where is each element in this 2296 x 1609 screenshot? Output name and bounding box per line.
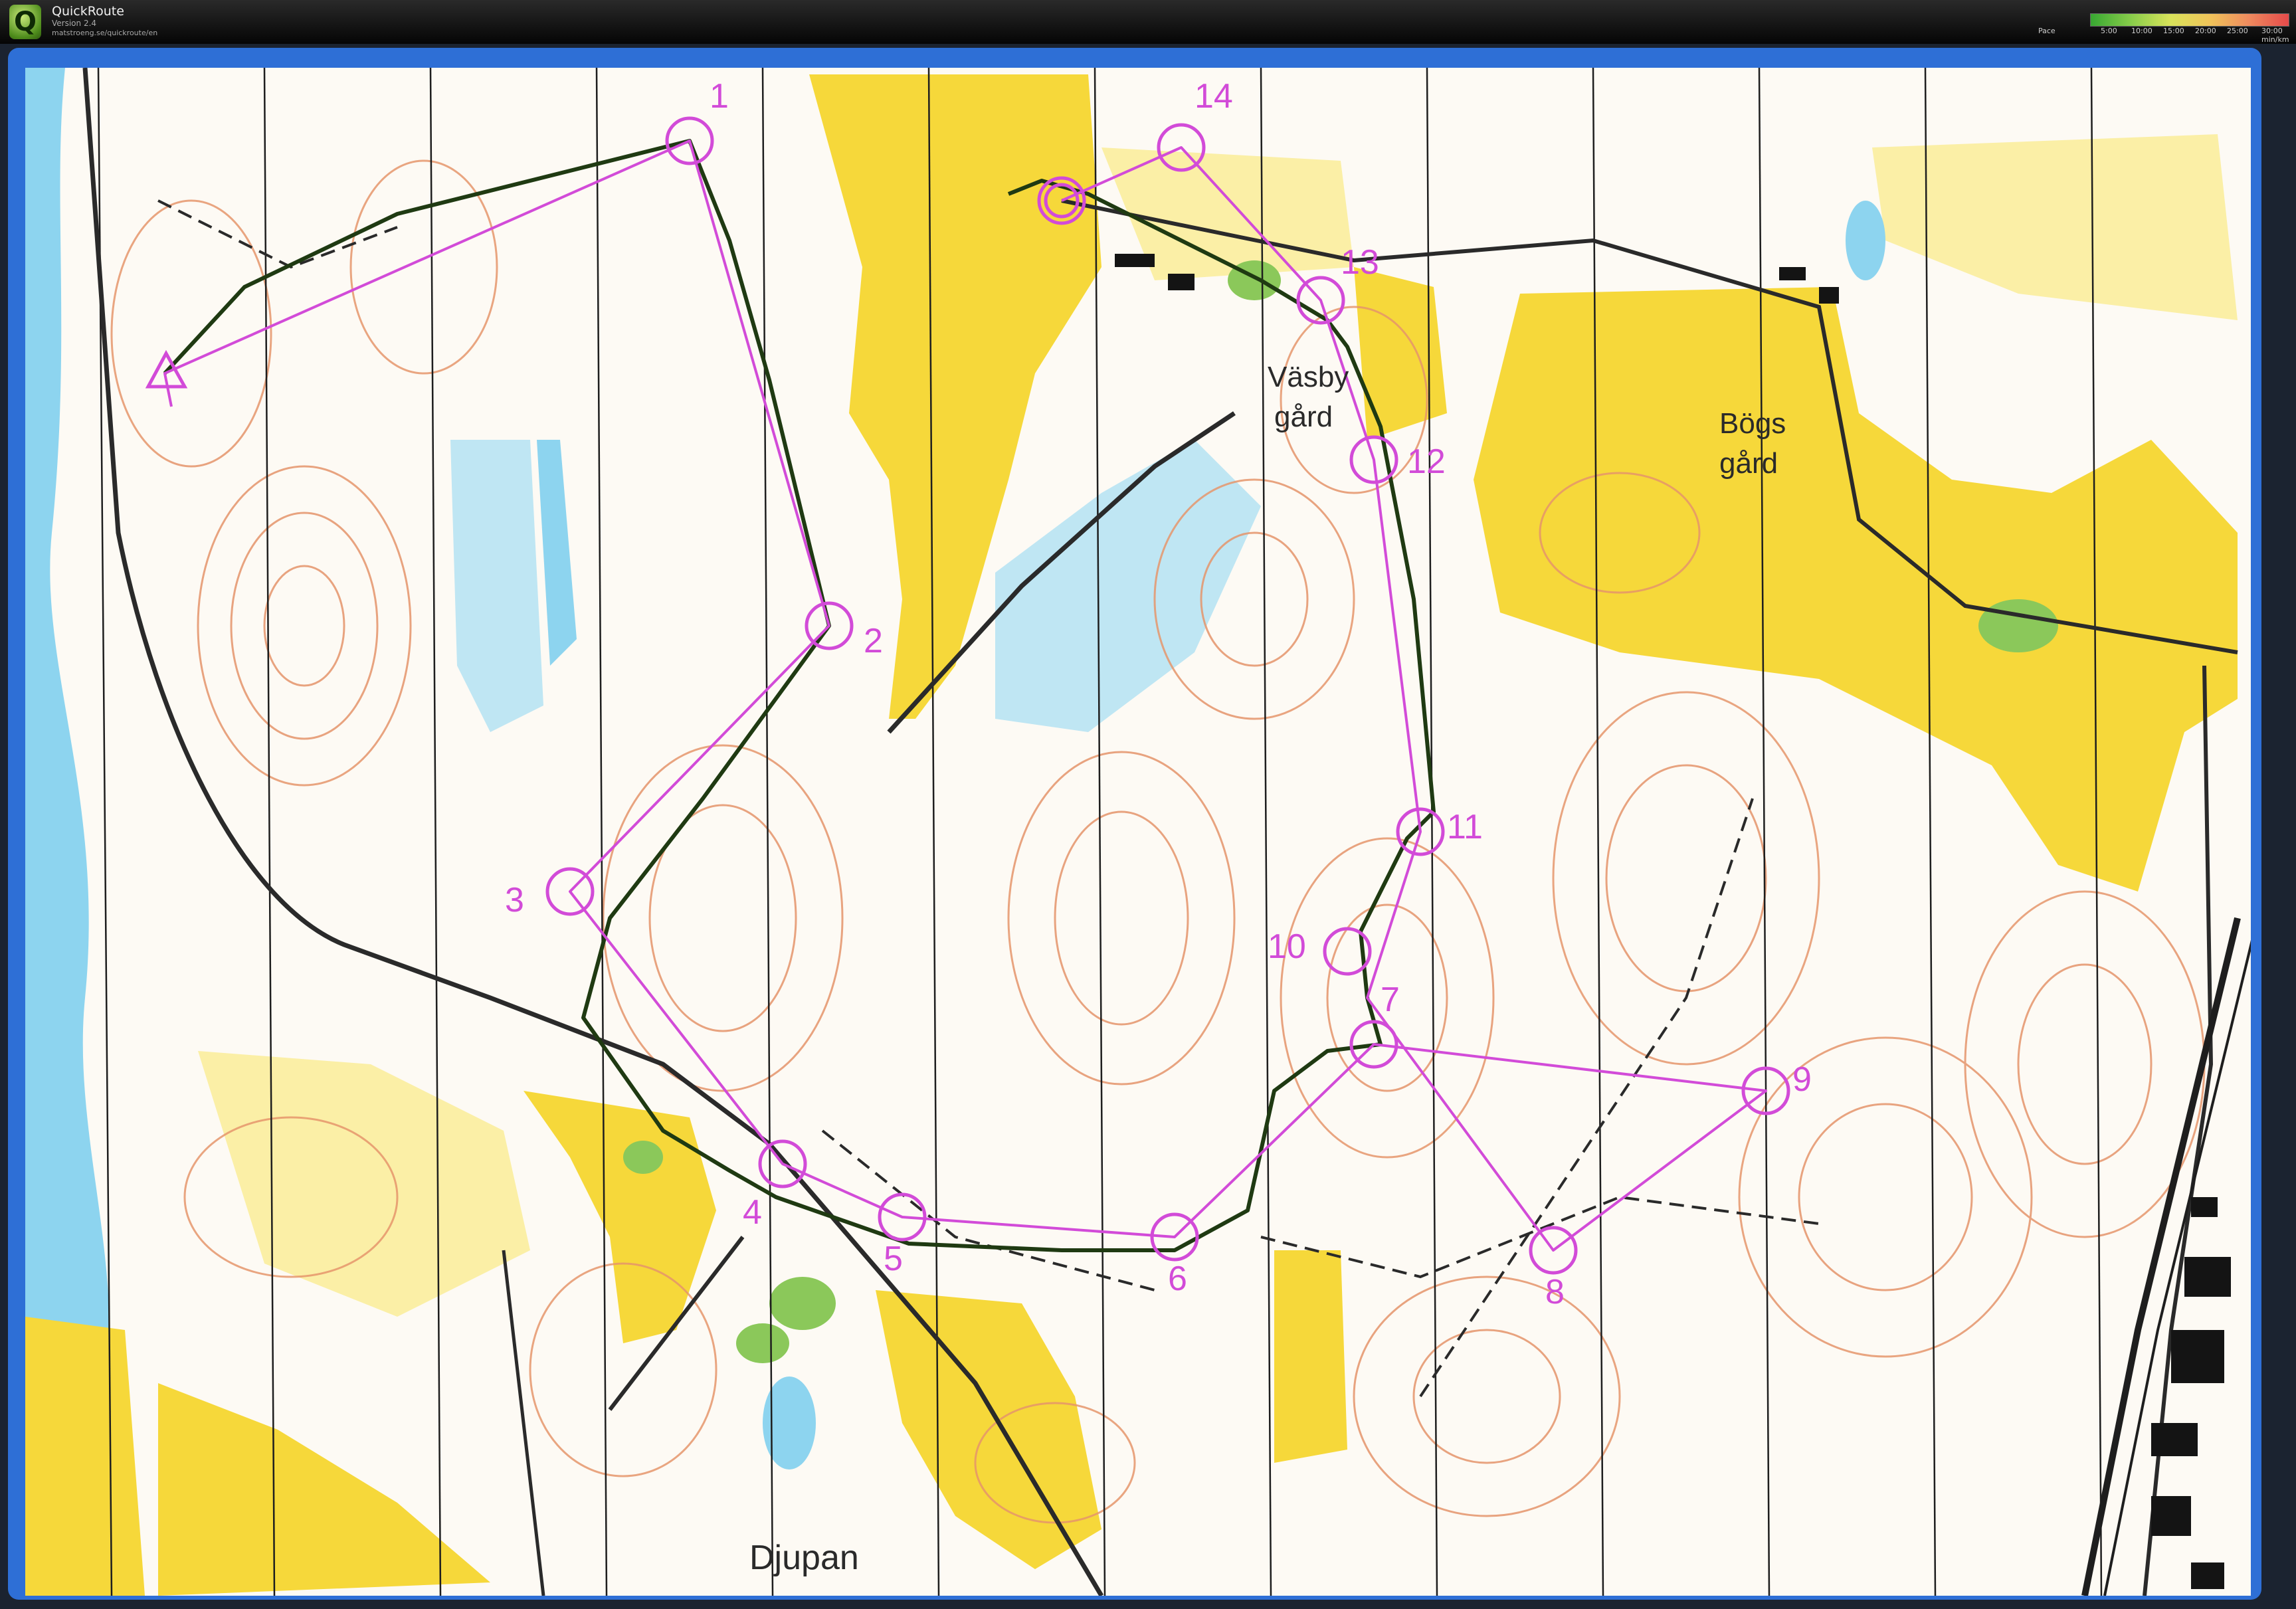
control-number: 12	[1407, 442, 1446, 481]
pace-tick-last: 30:00	[2261, 27, 2283, 35]
control-number: 4	[743, 1193, 762, 1232]
map-frame: 1 2 3 4 5 6 7 8 9 10 11 12 13 14 Väsby g…	[8, 48, 2261, 1600]
control-number: 11	[1447, 808, 1483, 846]
place-name-vasby-gard: gård	[1274, 401, 1333, 433]
pace-unit: 30:00 min/km	[2261, 27, 2291, 44]
app-title: QuickRoute	[52, 4, 124, 19]
pace-color-bar	[2090, 13, 2289, 27]
control-number: 5	[884, 1240, 903, 1278]
app-header: Q QuickRoute Version 2.4 matstroeng.se/q…	[0, 0, 2296, 44]
place-name-bogs-gard: gård	[1719, 447, 1778, 480]
map-viewport[interactable]: 1 2 3 4 5 6 7 8 9 10 11 12 13 14 Väsby g…	[25, 68, 2251, 1596]
pace-tick: 25:00	[2227, 27, 2248, 35]
place-name-bogs: Bögs	[1719, 407, 1786, 440]
pace-tick: 15:00	[2163, 27, 2184, 35]
control-number: 6	[1168, 1260, 1187, 1298]
map-background	[25, 68, 2251, 1596]
app-url[interactable]: matstroeng.se/quickroute/en	[52, 29, 157, 37]
place-name-vasby: Väsby	[1268, 361, 1349, 393]
pace-unit-label: min/km	[2261, 35, 2289, 44]
quickroute-logo-icon: Q	[9, 5, 41, 39]
control-number: 1	[710, 77, 729, 116]
control-number: 2	[864, 622, 883, 660]
pace-tick: 10:00	[2131, 27, 2152, 35]
orienteering-map[interactable]: 1 2 3 4 5 6 7 8 9 10 11 12 13 14 Väsby g…	[25, 68, 2251, 1596]
pace-label: Pace	[2038, 27, 2056, 35]
app-version: Version 2.4	[52, 19, 97, 28]
pace-tick: 5:00	[2101, 27, 2117, 35]
pace-tick: 20:00	[2195, 27, 2216, 35]
control-number: 9	[1792, 1060, 1812, 1099]
control-number: 14	[1195, 77, 1233, 116]
control-number: 8	[1545, 1273, 1565, 1311]
place-name-djupan: Djupan	[749, 1539, 859, 1577]
pace-legend: Pace 5:00 10:00 15:00 20:00 25:00 30:00 …	[2038, 11, 2291, 44]
control-number: 10	[1268, 927, 1306, 966]
control-number: 7	[1381, 981, 1400, 1019]
control-number: 13	[1341, 243, 1379, 282]
control-number: 3	[505, 881, 524, 919]
